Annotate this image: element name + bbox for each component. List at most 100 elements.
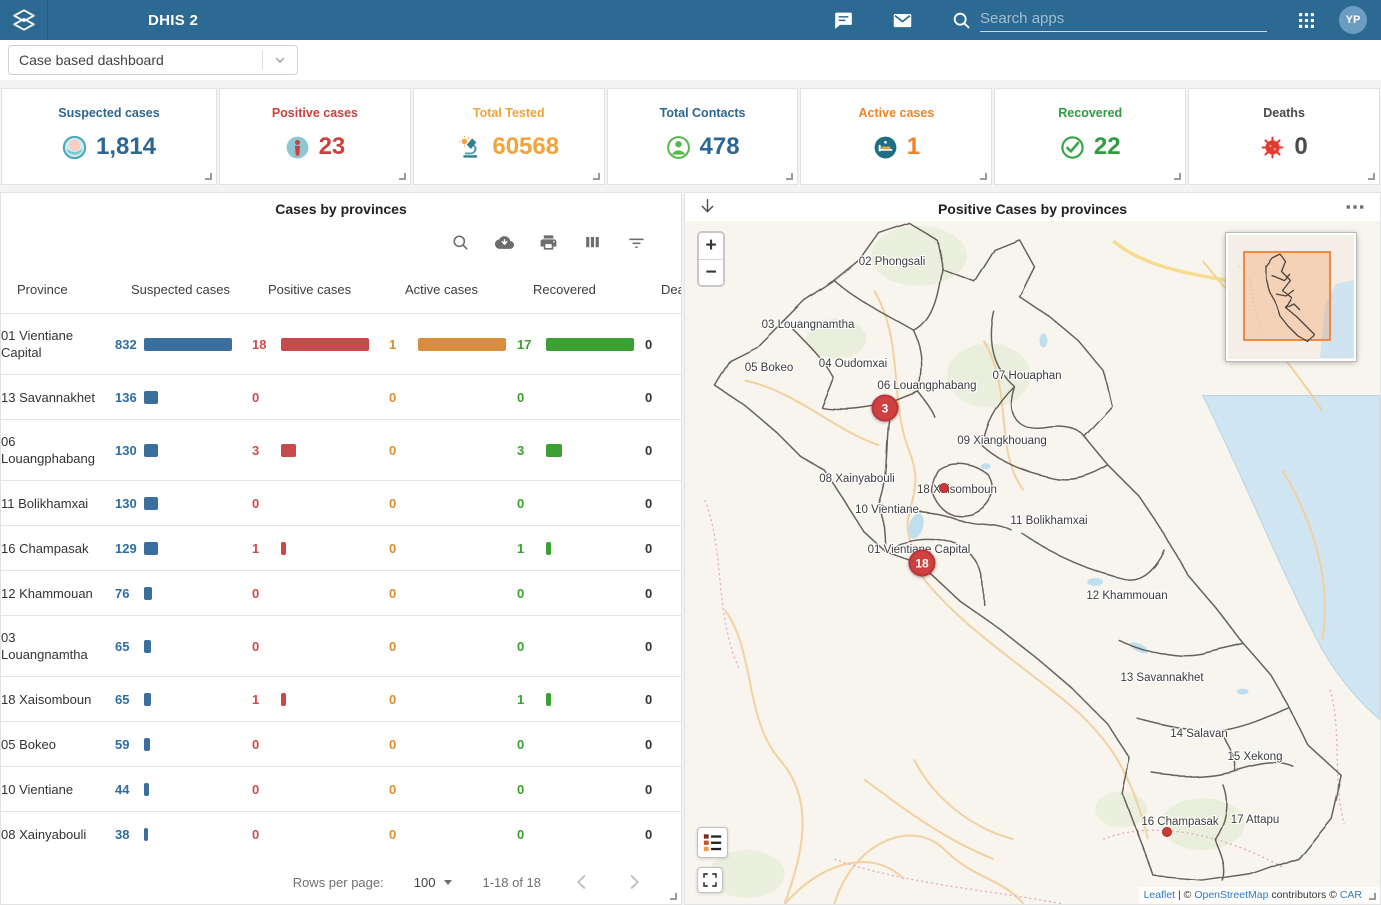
suspected-cell: 129 <box>115 541 252 556</box>
resize-handle[interactable] <box>670 893 677 900</box>
recovered-value: 0 <box>517 782 541 797</box>
search-input[interactable] <box>980 8 1267 32</box>
positive-cell: 0 <box>252 639 389 654</box>
positive-value: 1 <box>252 692 276 707</box>
dashboard-selector-value: Case based dashboard <box>9 52 262 68</box>
card-value: 1,814 <box>96 133 156 161</box>
case-dot-marker[interactable] <box>939 483 949 493</box>
active-value: 0 <box>389 692 413 707</box>
map-province-label: 12 Khammouan <box>1086 590 1167 602</box>
card-value: 60568 <box>492 133 559 161</box>
download-arrow-icon[interactable] <box>698 197 718 217</box>
dashboard-selector[interactable]: Case based dashboard <box>8 45 298 75</box>
legend-button[interactable] <box>697 827 728 858</box>
positive-cell: 0 <box>252 390 389 405</box>
resize-handle[interactable] <box>786 173 793 180</box>
recovered-cell: 1 <box>517 692 645 707</box>
avatar[interactable]: YP <box>1339 6 1367 34</box>
leaflet-link[interactable]: Leaflet <box>1144 889 1176 901</box>
summary-card: Suspected cases 1,814 <box>1 88 217 185</box>
rows-per-page-select[interactable]: 100 <box>414 875 453 890</box>
card-value: 1 <box>907 133 920 161</box>
resize-handle[interactable] <box>1174 173 1181 180</box>
deaths-value: 0 <box>645 692 669 707</box>
map-province-label: 08 Xainyabouli <box>819 473 894 485</box>
map-attribution: Leaflet | © OpenStreetMap contributors ©… <box>1139 887 1380 904</box>
download-icon[interactable] <box>495 233 515 253</box>
recovered-cell: 0 <box>517 390 645 405</box>
mail-icon[interactable] <box>891 9 913 31</box>
suspected-bar <box>144 828 148 841</box>
apps-grid-icon[interactable] <box>1295 9 1317 31</box>
province-cell: 06 Louangphabang <box>1 433 115 467</box>
map[interactable]: 02 Phongsali03 Louangnamtha04 Oudomxai05… <box>685 221 1380 904</box>
previous-page-button[interactable] <box>571 871 593 893</box>
positive-value: 3 <box>252 443 276 458</box>
recovered-bar <box>546 444 562 457</box>
recovered-cell: 0 <box>517 496 645 511</box>
zoom-in-button[interactable]: + <box>699 233 723 259</box>
dhis2-logo-icon[interactable] <box>0 0 48 40</box>
next-page-button[interactable] <box>623 871 645 893</box>
map-province-label: 14 Salavan <box>1170 728 1228 740</box>
more-options-icon[interactable] <box>1345 199 1365 220</box>
resize-handle[interactable] <box>1368 173 1375 180</box>
map-province-label: 10 Vientiane <box>855 504 919 516</box>
positive-value: 0 <box>252 827 276 842</box>
card-value: 22 <box>1094 133 1121 161</box>
map-province-label: 15 Xekong <box>1228 751 1283 763</box>
fullscreen-button[interactable] <box>697 867 723 893</box>
search-icon[interactable] <box>451 233 471 253</box>
suspected-value: 76 <box>115 586 139 601</box>
provider-link[interactable]: CAR <box>1340 889 1362 901</box>
map-panel-title: Positive Cases by provinces <box>685 193 1380 221</box>
recovered-value: 0 <box>517 737 541 752</box>
map-province-label: 11 Bolikhamxai <box>1010 515 1087 527</box>
resize-handle[interactable] <box>1369 893 1376 900</box>
column-header: Positive cases <box>268 282 405 297</box>
province-cell: 03 Louangnamtha <box>1 629 115 663</box>
table-row: 11 Bolikhamxai1300000 <box>1 480 681 525</box>
resize-handle[interactable] <box>980 173 987 180</box>
print-icon[interactable] <box>539 233 559 253</box>
case-cluster-marker[interactable]: 18 <box>909 550 936 577</box>
topbar: DHIS 2 YP <box>0 0 1381 40</box>
recovered-value: 0 <box>517 639 541 654</box>
active-bar <box>418 338 506 351</box>
zoom-control: + − <box>697 231 725 287</box>
columns-icon[interactable] <box>583 233 603 253</box>
recovered-bar <box>546 693 551 706</box>
resize-handle[interactable] <box>593 173 600 180</box>
chevron-down-icon[interactable] <box>263 53 297 67</box>
map-province-label: 02 Phongsali <box>859 256 926 268</box>
overview-minimap[interactable] <box>1226 233 1356 361</box>
positive-cell: 0 <box>252 496 389 511</box>
active-value: 0 <box>389 390 413 405</box>
active-value: 0 <box>389 782 413 797</box>
positive-value: 0 <box>252 586 276 601</box>
chat-icon[interactable] <box>832 9 854 31</box>
active-cell: 0 <box>389 586 517 601</box>
table-row: 16 Champasak1291010 <box>1 525 681 570</box>
osm-link[interactable]: OpenStreetMap <box>1194 889 1268 901</box>
deaths-value: 0 <box>645 541 669 556</box>
resize-handle[interactable] <box>399 173 406 180</box>
map-province-label: 07 Houaphan <box>992 370 1061 382</box>
resize-handle[interactable] <box>205 173 212 180</box>
column-header: Suspected cases <box>131 282 268 297</box>
zoom-out-button[interactable]: − <box>699 259 723 285</box>
recovered-cell: 3 <box>517 443 645 458</box>
active-cell: 0 <box>389 692 517 707</box>
deaths-value: 0 <box>645 390 669 405</box>
active-value: 0 <box>389 586 413 601</box>
case-dot-marker[interactable] <box>1162 827 1172 837</box>
suspected-cell: 130 <box>115 496 252 511</box>
filter-icon[interactable] <box>627 233 647 253</box>
deaths-value: 0 <box>645 496 669 511</box>
case-cluster-marker[interactable]: 3 <box>872 395 899 422</box>
recovered-value: 17 <box>517 337 541 352</box>
search-icon[interactable] <box>950 9 972 31</box>
table-row: 13 Savannakhet1360000 <box>1 374 681 419</box>
suspected-value: 59 <box>115 737 139 752</box>
deaths-cell: 0 <box>645 443 682 458</box>
